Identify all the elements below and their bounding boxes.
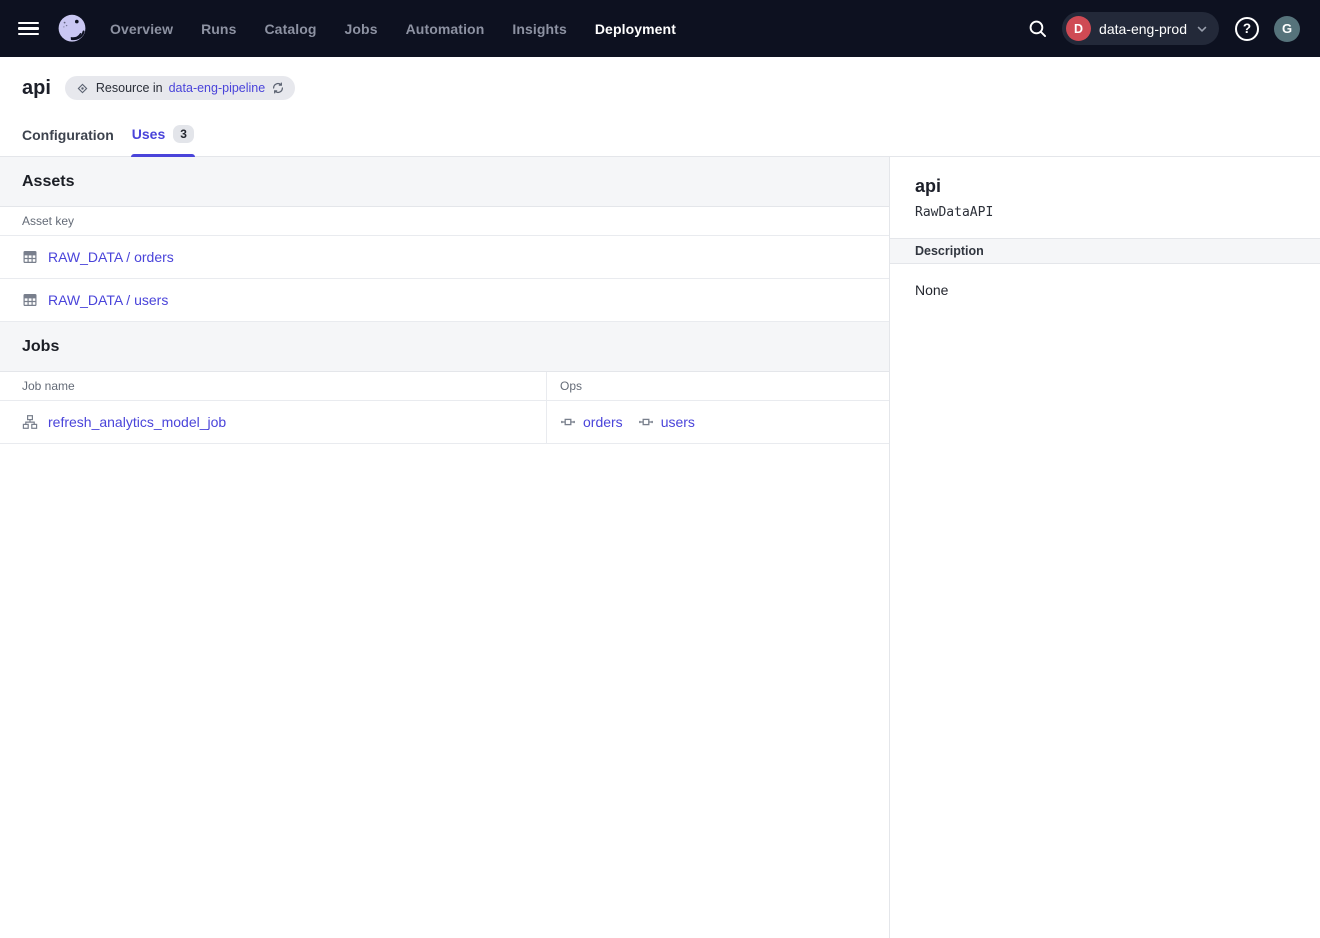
user-avatar[interactable]: G [1274,16,1300,42]
op-icon [560,414,576,430]
resource-type-name: RawDataAPI [915,205,1296,220]
assets-section-title: Assets [22,173,74,191]
search-icon [1027,18,1048,39]
jobs-section-title: Jobs [22,338,59,356]
assets-column-header-row: Asset key [0,207,889,236]
job-icon [22,414,38,430]
resource-icon [75,81,90,96]
uses-table: Assets Asset key RAW_DATA / orders [0,157,890,938]
reload-icon[interactable] [271,81,285,95]
page-header: api Resource in data-eng-pipeline Config… [0,57,1320,157]
ops-column-header: Ops [547,372,889,400]
jobs-section-header: Jobs [0,322,889,372]
nav-catalog[interactable]: Catalog [264,21,316,37]
asset-key-column-header: Asset key [0,214,74,228]
chevron-down-icon [1195,22,1209,36]
ops-cell: orders users [547,401,889,443]
menu-button[interactable] [18,22,40,36]
tabs: Configuration Uses 3 [22,125,1296,156]
job-name-cell: refresh_analytics_model_job [0,401,547,443]
job-name-label: refresh_analytics_model_job [48,414,226,430]
content: Assets Asset key RAW_DATA / orders [0,157,1320,938]
deployment-badge: D [1066,16,1091,41]
deployment-name: data-eng-prod [1099,21,1187,37]
resource-tag-prefix: Resource in [96,81,163,95]
table-icon [22,249,38,265]
uses-count-badge: 3 [173,125,194,143]
tab-uses[interactable]: Uses 3 [132,125,194,156]
page-title: api [22,77,51,100]
job-name-column-header: Job name [0,372,547,400]
pipeline-link[interactable]: data-eng-pipeline [169,81,266,95]
panel-header: api RawDataAPI [890,157,1320,238]
table-row: RAW_DATA / users [0,279,889,322]
asset-link-users[interactable]: RAW_DATA / users [0,292,168,308]
nav-runs[interactable]: Runs [201,21,236,37]
tab-configuration-label: Configuration [22,127,114,143]
detail-panel: api RawDataAPI Description None [890,157,1320,938]
tab-configuration[interactable]: Configuration [22,127,114,156]
op-icon [638,414,654,430]
asset-key-label: RAW_DATA / orders [48,249,174,265]
op-link-orders[interactable]: orders [560,414,623,430]
op-link-users[interactable]: users [638,414,695,430]
table-icon [22,292,38,308]
asset-key-label: RAW_DATA / users [48,292,168,308]
resource-tag: Resource in data-eng-pipeline [65,76,295,100]
asset-link-orders[interactable]: RAW_DATA / orders [0,249,174,265]
op-name-label: users [661,414,695,430]
table-row: RAW_DATA / orders [0,236,889,279]
nav-overview[interactable]: Overview [110,21,173,37]
op-name-label: orders [583,414,623,430]
description-value: None [890,264,1320,316]
nav-insights[interactable]: Insights [512,21,566,37]
nav-automation[interactable]: Automation [406,21,485,37]
nav-jobs[interactable]: Jobs [345,21,378,37]
nav-deployment[interactable]: Deployment [595,21,676,37]
jobs-column-header-row: Job name Ops [0,372,889,401]
job-link[interactable]: refresh_analytics_model_job [0,414,226,430]
panel-title: api [915,176,1296,197]
dagster-logo-icon[interactable] [55,12,89,46]
deployment-switcher[interactable]: D data-eng-prod [1062,12,1219,45]
help-button[interactable]: ? [1235,17,1259,41]
assets-section-header: Assets [0,157,889,207]
table-row: refresh_analytics_model_job orders [0,401,889,444]
help-icon: ? [1243,21,1251,36]
top-nav: Overview Runs Catalog Jobs Automation In… [0,0,1320,57]
description-section-header: Description [890,238,1320,264]
search-button[interactable] [1022,14,1052,44]
tab-uses-label: Uses [132,126,165,142]
primary-nav: Overview Runs Catalog Jobs Automation In… [110,21,676,37]
